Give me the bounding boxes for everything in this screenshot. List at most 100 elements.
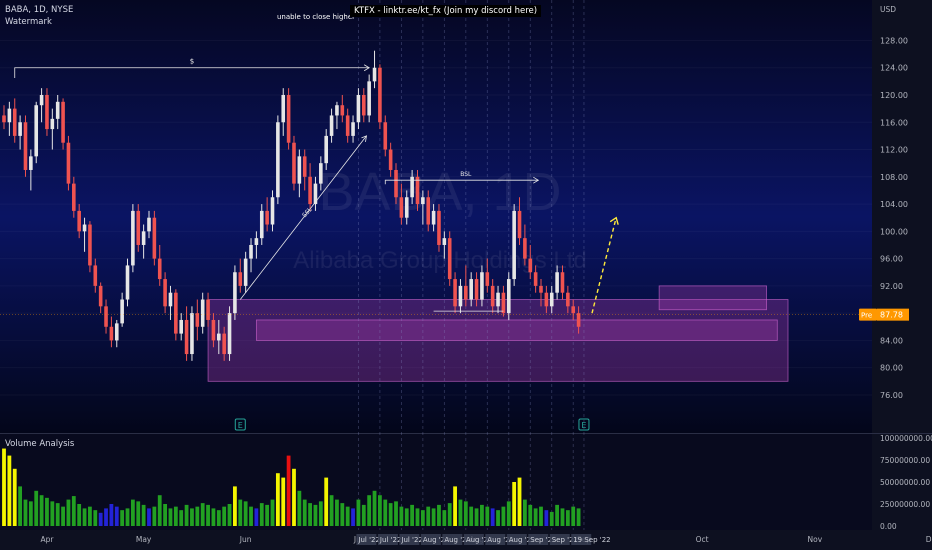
- volume-bar: [388, 503, 393, 526]
- candle-body: [442, 238, 447, 245]
- candle-body: [286, 94, 291, 143]
- volume-bar: [61, 506, 65, 526]
- candle-body: [404, 197, 409, 218]
- candle-body: [431, 210, 436, 225]
- candle-body: [571, 306, 576, 314]
- candle-body: [157, 258, 162, 280]
- candle-body: [259, 210, 264, 239]
- candle-body: [539, 285, 543, 293]
- volume-pane-background: [0, 434, 872, 530]
- price-tick-label: 80.00: [880, 364, 903, 373]
- volume-tick-label: 50000000.00: [880, 478, 930, 487]
- volume-bar: [270, 499, 275, 526]
- month-label: May: [136, 535, 152, 544]
- volume-bar: [249, 506, 253, 526]
- candle-body: [265, 210, 269, 225]
- volume-bar: [120, 510, 125, 526]
- candle-body: [217, 333, 221, 341]
- candle-body: [544, 292, 549, 307]
- volume-bar: [114, 506, 119, 526]
- candle-body: [206, 299, 210, 320]
- currency-label: USD: [880, 5, 897, 14]
- volume-bar: [415, 508, 420, 526]
- candle-body: [233, 272, 237, 314]
- volume-bar: [533, 508, 538, 526]
- candle-body: [533, 272, 538, 286]
- price-tick-label: 100.00: [880, 227, 908, 236]
- candle-body: [555, 272, 559, 293]
- volume-bar: [404, 508, 409, 526]
- candle-body: [308, 176, 312, 205]
- date-label: 19 Sep '22: [573, 536, 610, 544]
- candle-body: [39, 94, 44, 106]
- indicator-label: Watermark: [5, 17, 52, 27]
- volume-bar: [383, 499, 388, 526]
- candle-body: [340, 105, 345, 116]
- candle-body: [388, 149, 393, 170]
- candle-body: [190, 313, 194, 355]
- volume-bar: [437, 504, 441, 526]
- candle-body: [82, 224, 87, 232]
- volume-bar: [98, 512, 103, 526]
- volume-bar: [109, 504, 114, 526]
- volume-bar: [576, 508, 581, 526]
- volume-bar: [469, 506, 474, 526]
- candle-body: [399, 197, 404, 218]
- chart-svg[interactable]: BABA, 1D Alibaba Group Holdings Ltd $SSL…: [0, 0, 932, 550]
- volume-bar: [394, 501, 398, 526]
- volume-bar: [195, 506, 200, 526]
- volume-bar: [2, 448, 6, 526]
- pre-tag-label: Pre: [861, 312, 872, 320]
- volume-bar: [18, 486, 23, 526]
- volume-bar: [136, 501, 141, 526]
- candle-body: [453, 279, 457, 307]
- candle-body: [367, 81, 371, 116]
- volume-bar: [329, 495, 334, 526]
- volume-bar: [147, 508, 151, 526]
- price-tick-label: 116.00: [880, 118, 908, 127]
- volume-bar: [77, 504, 82, 526]
- candle-body: [501, 292, 506, 314]
- candle-body: [383, 122, 388, 150]
- volume-bar: [512, 482, 517, 526]
- symbol-title: BABA, 1D, NYSE: [5, 5, 74, 15]
- candle-body: [184, 319, 189, 355]
- candle-body: [23, 122, 28, 170]
- candle-body: [88, 224, 92, 266]
- volume-bar: [275, 473, 280, 526]
- candle-body: [549, 292, 554, 307]
- candle-body: [576, 313, 581, 327]
- candle-body: [200, 299, 205, 327]
- candle-body: [45, 94, 49, 130]
- volume-bar: [211, 508, 216, 526]
- volume-bar: [426, 506, 431, 526]
- volume-bar: [318, 501, 323, 526]
- candle-body: [356, 94, 361, 123]
- volume-bar: [313, 504, 318, 526]
- candle-body: [517, 210, 522, 239]
- candle-body: [281, 94, 286, 123]
- month-label: Oct: [696, 535, 709, 544]
- volume-bar: [45, 497, 49, 526]
- earnings-marker-label: E: [581, 421, 586, 430]
- candle-body: [120, 299, 124, 324]
- candle-body: [319, 163, 323, 184]
- date-label: Jul '22: [400, 536, 423, 544]
- volume-bar: [259, 503, 264, 526]
- candle-body: [496, 292, 500, 307]
- candle-body: [50, 118, 55, 130]
- volume-bar: [227, 504, 232, 526]
- bsl-label: BSL: [460, 171, 472, 178]
- price-tick-label: 128.00: [880, 36, 908, 45]
- candle-body: [131, 210, 135, 266]
- candle-body: [34, 105, 39, 157]
- volume-bar: [173, 506, 178, 526]
- candle-body: [394, 169, 398, 198]
- discord-banner[interactable]: KTFX - linktr.ee/kt_fx (Join my discord …: [350, 5, 542, 17]
- candle-body: [528, 258, 533, 273]
- candle-body: [227, 313, 232, 355]
- volume-bar: [522, 499, 527, 526]
- volume-bar: [39, 495, 44, 526]
- volume-bar: [442, 510, 447, 526]
- candle-body: [77, 210, 81, 232]
